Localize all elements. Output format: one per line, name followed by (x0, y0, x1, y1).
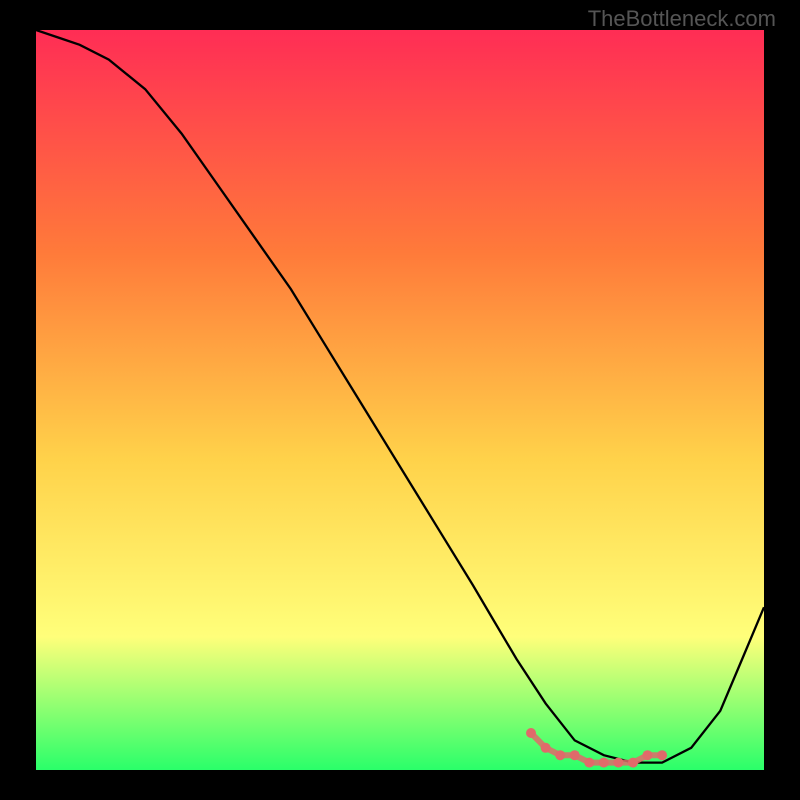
optimal-zone-marker (541, 743, 551, 753)
optimal-zone-marker (526, 728, 536, 738)
optimal-zone-marker (643, 750, 653, 760)
optimal-zone-marker (613, 758, 623, 768)
plot-area (36, 30, 764, 770)
optimal-zone-marker (657, 750, 667, 760)
watermark-text: TheBottleneck.com (588, 6, 776, 32)
optimal-zone-marker (584, 758, 594, 768)
optimal-zone-marker (555, 750, 565, 760)
optimal-zone-marker (599, 758, 609, 768)
optimal-zone-marker (570, 750, 580, 760)
gradient-background (36, 30, 764, 770)
chart-svg (36, 30, 764, 770)
chart-frame: TheBottleneck.com (0, 0, 800, 800)
optimal-zone-marker (628, 758, 638, 768)
